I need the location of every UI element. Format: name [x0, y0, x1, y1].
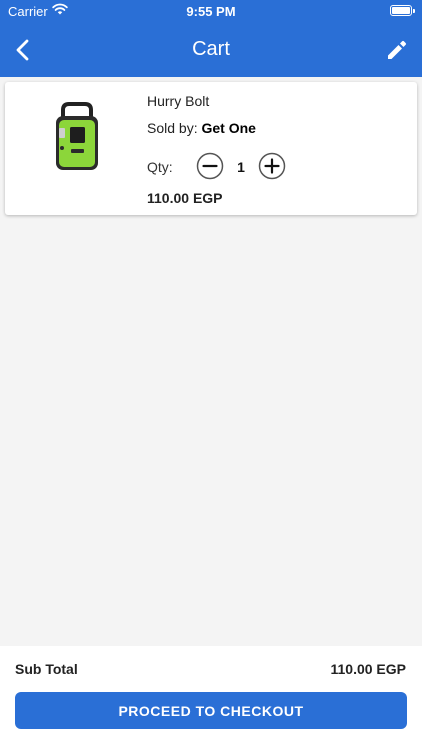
- sold-by-line: Sold by: Get One: [147, 120, 256, 136]
- minus-circle-icon: [196, 152, 224, 180]
- seller-name: Get One: [201, 120, 256, 136]
- increase-quantity-button[interactable]: [258, 152, 286, 180]
- pencil-icon: [388, 40, 407, 59]
- status-time: 9:55 PM: [186, 4, 236, 19]
- plus-circle-icon: [258, 152, 286, 180]
- item-price: 110.00 EGP: [147, 190, 223, 206]
- cart-item-card: Hurry Bolt Sold by: Get One Qty: 1 110.0…: [5, 82, 417, 215]
- product-image[interactable]: [49, 102, 105, 172]
- battery-icon: [390, 5, 415, 16]
- edit-button[interactable]: [384, 37, 410, 63]
- app-header: Carrier 9:55 PM Cart: [0, 0, 422, 77]
- status-bar: Carrier 9:55 PM: [0, 0, 422, 22]
- quantity-value: 1: [237, 159, 245, 175]
- product-name[interactable]: Hurry Bolt: [147, 93, 209, 109]
- page-title: Cart: [192, 38, 230, 60]
- sold-by-label: Sold by:: [147, 120, 198, 136]
- subtotal-label: Sub Total: [15, 661, 78, 677]
- proceed-to-checkout-button[interactable]: PROCEED TO CHECKOUT: [15, 692, 407, 729]
- checkout-footer: Sub Total 110.00 EGP PROCEED TO CHECKOUT: [0, 646, 422, 750]
- qty-label: Qty:: [147, 159, 173, 175]
- subtotal-value: 110.00 EGP: [330, 661, 406, 677]
- decrease-quantity-button[interactable]: [196, 152, 224, 180]
